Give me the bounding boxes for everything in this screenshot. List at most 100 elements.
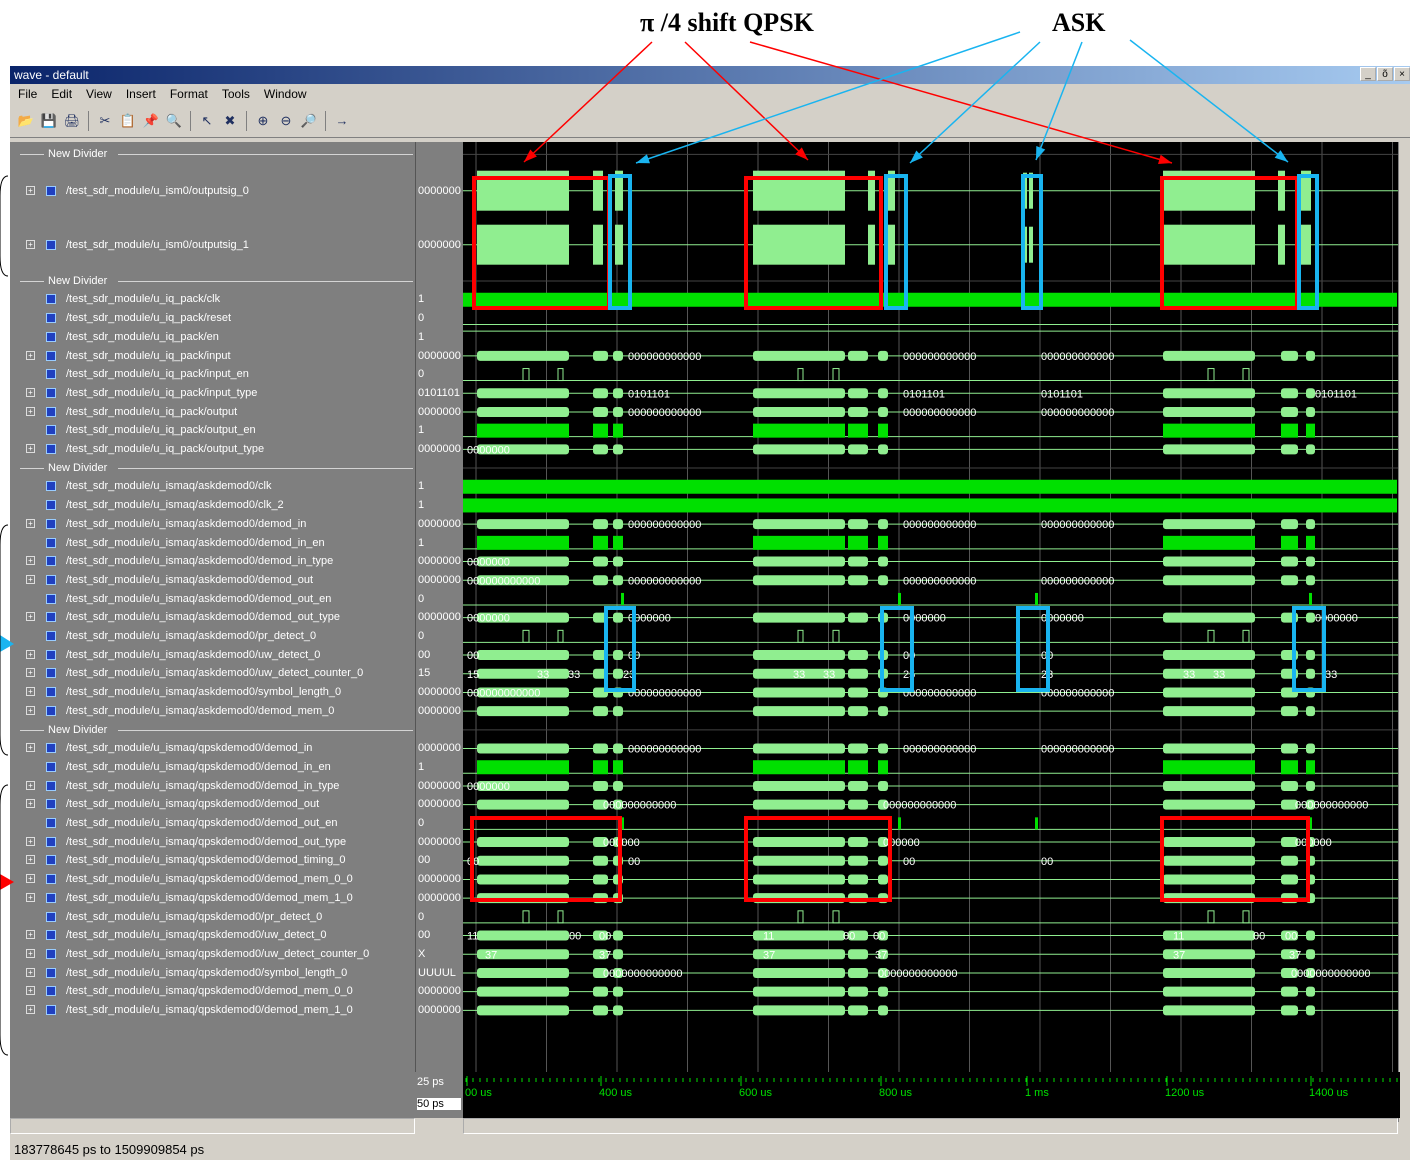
select-icon[interactable]: ↖	[197, 111, 217, 131]
expand-icon[interactable]: +	[26, 668, 35, 678]
expand-icon[interactable]: +	[26, 444, 35, 453]
signal-row[interactable]: + /test_sdr_module/u_ismaq/qpskdemod0/uw_…	[10, 926, 415, 945]
expand-icon[interactable]: +	[26, 649, 35, 659]
bus-segment	[848, 874, 868, 885]
signal-row[interactable]: /test_sdr_module/u_ismaq/qpskdemod0/pr_d…	[10, 908, 415, 927]
expand-icon[interactable]: +	[26, 799, 35, 809]
divider[interactable]: New Divider	[10, 721, 415, 740]
restore-button[interactable]: õ	[1377, 67, 1393, 81]
signal-row[interactable]: /test_sdr_module/u_iq_pack/clk	[10, 290, 415, 309]
signal-row[interactable]: /test_sdr_module/u_iq_pack/output_en	[10, 421, 415, 440]
signal-row[interactable]: + /test_sdr_module/u_iq_pack/input_type	[10, 384, 415, 403]
expand-icon[interactable]: +	[26, 780, 35, 790]
signal-row[interactable]: + /test_sdr_module/u_ismaq/qpskdemod0/dem…	[10, 870, 415, 889]
expand-icon[interactable]: +	[26, 387, 35, 397]
signal-row[interactable]: /test_sdr_module/u_ismaq/askdemod0/demod…	[10, 534, 415, 553]
expand-icon[interactable]: +	[26, 185, 35, 195]
vertical-scrollbar[interactable]	[1398, 142, 1410, 1122]
find-icon[interactable]: 🔍	[164, 111, 184, 131]
signal-row[interactable]: + /test_sdr_module/u_ismaq/qpskdemod0/dem…	[10, 795, 415, 814]
wave-hscrollbar[interactable]	[463, 1118, 1398, 1134]
menu-edit[interactable]: Edit	[51, 84, 72, 104]
signal-row[interactable]: /test_sdr_module/u_ismaq/askdemod0/demod…	[10, 590, 415, 609]
signal-names-pane[interactable]: New Divider + /test_sdr_module/u_ism0/outp…	[10, 142, 415, 1072]
signal-row[interactable]: + /test_sdr_module/u_ismaq/qpskdemod0/dem…	[10, 739, 415, 758]
signal-row[interactable]: + /test_sdr_module/u_ismaq/qpskdemod0/sym…	[10, 964, 415, 983]
expand-icon[interactable]: +	[26, 705, 35, 715]
signal-row[interactable]: /test_sdr_module/u_ismaq/qpskdemod0/demo…	[10, 758, 415, 777]
signal-row[interactable]: + /test_sdr_module/u_ism0/outputsig_0	[10, 182, 415, 201]
cursor-icon[interactable]: →	[332, 111, 352, 131]
expand-icon[interactable]: +	[26, 239, 35, 249]
signal-row[interactable]: + /test_sdr_module/u_iq_pack/output_type	[10, 440, 415, 459]
signal-row[interactable]: + /test_sdr_module/u_ismaq/askdemod0/demo…	[10, 552, 415, 571]
signal-value: 0000000	[418, 517, 461, 530]
signal-row[interactable]: /test_sdr_module/u_ismaq/askdemod0/clk_2	[10, 496, 415, 515]
menu-insert[interactable]: Insert	[126, 84, 156, 104]
save-icon[interactable]: 💾	[39, 111, 59, 131]
signal-row[interactable]: /test_sdr_module/u_ismaq/askdemod0/clk	[10, 477, 415, 496]
expand-icon[interactable]: +	[26, 855, 35, 865]
menu-file[interactable]: File	[18, 84, 37, 104]
signal-row[interactable]: + /test_sdr_module/u_ismaq/askdemod0/demo…	[10, 702, 415, 721]
expand-icon[interactable]: +	[26, 892, 35, 902]
signal-row[interactable]: + /test_sdr_module/u_ismaq/askdemod0/demo…	[10, 571, 415, 590]
signal-row[interactable]: + /test_sdr_module/u_ismaq/qpskdemod0/dem…	[10, 833, 415, 852]
signal-row[interactable]: + /test_sdr_module/u_ismaq/qpskdemod0/dem…	[10, 889, 415, 908]
expand-icon[interactable]: +	[26, 574, 35, 584]
paste-icon[interactable]: 📌	[141, 111, 161, 131]
signal-row[interactable]: + /test_sdr_module/u_ismaq/qpskdemod0/dem…	[10, 982, 415, 1001]
signal-row[interactable]: + /test_sdr_module/u_ismaq/askdemod0/uw_d…	[10, 646, 415, 665]
expand-icon[interactable]: +	[26, 406, 35, 416]
expand-icon[interactable]: +	[26, 967, 35, 977]
minimize-button[interactable]: _	[1360, 67, 1376, 81]
zoom-out-icon[interactable]: ⊖	[276, 111, 296, 131]
open-icon[interactable]: 📂	[16, 111, 36, 131]
divider[interactable]: New Divider	[10, 145, 415, 164]
expand-icon[interactable]: +	[26, 1005, 35, 1014]
menu-format[interactable]: Format	[170, 84, 208, 104]
expand-icon[interactable]: +	[26, 612, 35, 622]
expand-icon[interactable]: +	[26, 743, 35, 753]
signal-row[interactable]: + /test_sdr_module/u_ismaq/askdemod0/uw_d…	[10, 664, 415, 683]
signal-row[interactable]: /test_sdr_module/u_iq_pack/en	[10, 328, 415, 347]
expand-icon[interactable]: +	[26, 350, 35, 360]
expand-icon[interactable]: +	[26, 518, 35, 528]
delete-icon[interactable]: ✖	[220, 111, 240, 131]
expand-icon[interactable]: +	[26, 836, 35, 846]
bus-segment	[593, 556, 608, 567]
signal-row[interactable]: + /test_sdr_module/u_ismaq/qpskdemod0/uw_…	[10, 945, 415, 964]
signal-row[interactable]: + /test_sdr_module/u_ismaq/askdemod0/demo…	[10, 515, 415, 534]
menu-view[interactable]: View	[86, 84, 112, 104]
print-icon[interactable]: 🖨	[62, 111, 82, 131]
menu-tools[interactable]: Tools	[222, 84, 250, 104]
signal-row[interactable]: + /test_sdr_module/u_ismaq/qpskdemod0/dem…	[10, 777, 415, 796]
expand-icon[interactable]: +	[26, 930, 35, 940]
signal-row[interactable]: + /test_sdr_module/u_ismaq/askdemod0/demo…	[10, 608, 415, 627]
signal-row[interactable]: + /test_sdr_module/u_ismaq/qpskdemod0/dem…	[10, 851, 415, 870]
signal-row[interactable]: + /test_sdr_module/u_ismaq/qpskdemod0/dem…	[10, 1001, 415, 1020]
signal-row[interactable]: + /test_sdr_module/u_iq_pack/output	[10, 403, 415, 422]
signal-row[interactable]: /test_sdr_module/u_ismaq/askdemod0/pr_de…	[10, 627, 415, 646]
expand-icon[interactable]: +	[26, 948, 35, 958]
expand-icon[interactable]: +	[26, 687, 35, 697]
cut-icon[interactable]: ✂	[95, 111, 115, 131]
close-button[interactable]: ×	[1394, 67, 1410, 81]
expand-icon[interactable]: +	[26, 556, 35, 566]
waveform-pane[interactable]: 000000000000 000000000000 000000000000 0101…	[463, 142, 1400, 1072]
signal-row[interactable]: /test_sdr_module/u_iq_pack/input_en	[10, 365, 415, 384]
zoom-in-icon[interactable]: ⊕	[253, 111, 273, 131]
menu-window[interactable]: Window	[264, 84, 307, 104]
zoom-full-icon[interactable]: 🔎	[299, 111, 319, 131]
expand-icon[interactable]: +	[26, 986, 35, 996]
divider[interactable]: New Divider	[10, 272, 415, 291]
signal-row[interactable]: + /test_sdr_module/u_iq_pack/input	[10, 347, 415, 366]
signal-row[interactable]: + /test_sdr_module/u_ism0/outputsig_1	[10, 236, 415, 255]
signal-row[interactable]: /test_sdr_module/u_ismaq/qpskdemod0/demo…	[10, 814, 415, 833]
copy-icon[interactable]: 📋	[118, 111, 138, 131]
signal-row[interactable]: /test_sdr_module/u_iq_pack/reset	[10, 309, 415, 328]
names-hscrollbar[interactable]	[10, 1118, 415, 1134]
signal-row[interactable]: + /test_sdr_module/u_ismaq/askdemod0/symb…	[10, 683, 415, 702]
divider[interactable]: New Divider	[10, 459, 415, 478]
expand-icon[interactable]: +	[26, 874, 35, 884]
